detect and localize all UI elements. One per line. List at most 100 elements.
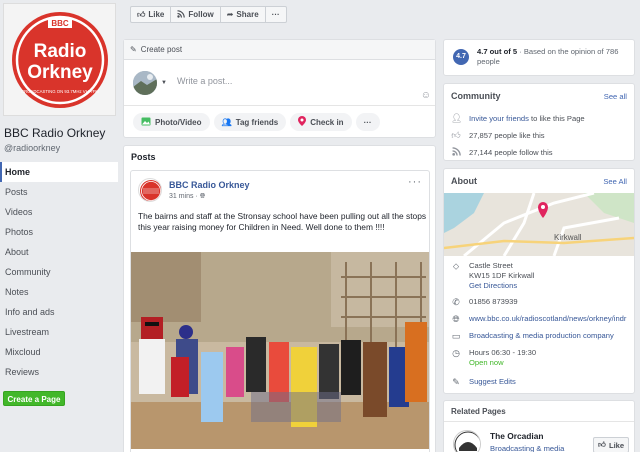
suggest-edits-row: ✎ Suggest Edits (451, 377, 516, 387)
location-pin-icon (298, 116, 307, 128)
follow-icon (451, 147, 461, 158)
chevron-down-icon[interactable]: ▼ (161, 80, 167, 86)
logo-radio-text: Radio (34, 41, 87, 62)
tag-friends-label: Tag friends (235, 117, 279, 127)
globe-icon: 🌐︎ (452, 314, 460, 324)
thumbs-up-icon: 👍︎ (451, 130, 461, 140)
create-post-card: ✎ Create post ▼ Write a post... ☺ Photo/… (123, 39, 436, 138)
rating-card[interactable]: 4.7 4.7 out of 5 · Based on the opinion … (443, 39, 635, 76)
logo-tagline-text: BROADCASTING ON 93.7MHz VHF/FM (21, 89, 99, 94)
posts-card: Posts BBC Radio Orkney 31 mins · 🌐︎ ··· … (123, 145, 436, 452)
related-pages-title: Related Pages (451, 407, 506, 416)
pencil-icon: ✎ (452, 377, 460, 387)
address-row: ⬦ Castle Street KW15 1DF Kirkwall Get Di… (451, 261, 535, 291)
logo-orkney-text: Orkney (27, 62, 93, 83)
likes-row: 👍︎ 27,857 people like this (451, 130, 545, 141)
post-text: The bairns and staff at the Stronsay sch… (138, 211, 427, 232)
open-now-status: Open now (469, 358, 504, 367)
community-title: Community (451, 91, 501, 101)
post-options-button[interactable]: ··· (408, 176, 422, 188)
website-row: 🌐︎ www.bbc.co.uk/radioscotland/news/orkn… (451, 314, 631, 324)
photo-icon (141, 117, 151, 128)
follow-button-label: Follow (188, 10, 214, 19)
radio-orkney-logo: BBC Radio Orkney BROADCASTING ON 93.7MHz… (4, 4, 115, 115)
nav-item-photos[interactable]: Photos (0, 222, 118, 242)
location-icon: ⬦ (452, 261, 460, 271)
post: BBC Radio Orkney 31 mins · 🌐︎ ··· The ba… (130, 170, 430, 452)
hours-row: ◷ Hours 06:30 - 19:30 Open now (451, 348, 536, 368)
nav-item-reviews[interactable]: Reviews (0, 362, 118, 382)
map-label-kirkwall: Kirkwall (554, 233, 582, 242)
invite-friends-row: 👤︎ Invite your friends to like this Page (451, 113, 585, 124)
globe-icon: 🌐︎ (199, 193, 206, 200)
photo-video-button[interactable]: Photo/Video (133, 113, 210, 131)
related-page-category[interactable]: Broadcasting & media (490, 444, 564, 452)
about-see-all-link[interactable]: See All (603, 177, 627, 186)
tag-friends-button[interactable]: 👥︎ Tag friends (213, 113, 287, 131)
rating-score: 4.7 out of 5 (477, 47, 518, 56)
divider (444, 421, 634, 422)
like-button-label: Like (148, 10, 165, 19)
like-button[interactable]: 👍︎ Like (130, 6, 172, 23)
check-in-label: Check in (310, 117, 344, 127)
page-actions: 👍︎ Like Follow ➦ Share ··· (130, 6, 287, 23)
more-actions-button[interactable]: ··· (265, 6, 287, 23)
post-author-name[interactable]: BBC Radio Orkney (169, 180, 250, 190)
get-directions-link[interactable]: Get Directions (469, 281, 534, 291)
suggest-edits-link[interactable]: Suggest Edits (469, 377, 516, 387)
page-profile-picture[interactable]: BBC Radio Orkney BROADCASTING ON 93.7MHz… (3, 3, 116, 116)
page-name[interactable]: BBC Radio Orkney (4, 126, 105, 140)
pencil-icon: ✎ (130, 45, 137, 54)
nav-item-videos[interactable]: Videos (0, 202, 118, 222)
write-post-input[interactable]: Write a post... (177, 76, 232, 86)
nav-item-posts[interactable]: Posts (0, 182, 118, 202)
rating-badge: 4.7 (453, 49, 469, 65)
nav-item-community[interactable]: Community (0, 262, 118, 282)
community-see-all-link[interactable]: See all (604, 92, 627, 101)
nav-item-home[interactable]: Home (0, 162, 118, 182)
address-line2: KW15 1DF Kirkwall (469, 271, 535, 280)
user-avatar[interactable] (133, 71, 157, 95)
related-page-logo[interactable] (453, 430, 481, 452)
nav-item-notes[interactable]: Notes (0, 282, 118, 302)
share-button[interactable]: ➦ Share (220, 6, 266, 23)
rss-icon (177, 9, 186, 20)
related-page-name[interactable]: The Orcadian (490, 431, 544, 441)
hours-text[interactable]: Hours 06:30 - 19:30 (469, 348, 536, 358)
emoji-icon[interactable]: ☺ (421, 90, 431, 101)
category-link[interactable]: Broadcasting & media production company (469, 331, 614, 341)
follows-row: 27,144 people follow this (451, 147, 553, 158)
check-in-button[interactable]: Check in (290, 113, 352, 131)
website-link[interactable]: www.bbc.co.uk/radioscotland/news/orkney/… (469, 314, 631, 324)
phone-number[interactable]: 01856 873939 (469, 297, 518, 307)
post-timestamp[interactable]: 31 mins · 🌐︎ (169, 193, 205, 201)
related-page-like-button[interactable]: 👍︎ Like (593, 437, 630, 452)
more-options-button[interactable]: ··· (355, 113, 380, 131)
location-map[interactable]: Kirkwall (444, 193, 634, 256)
phone-row: ✆ 01856 873939 (451, 297, 518, 307)
phone-icon: ✆ (452, 297, 460, 307)
create-page-button[interactable]: Create a Page (3, 391, 65, 406)
add-friend-icon: 👤︎ (451, 113, 463, 123)
nav-item-info-and-ads[interactable]: Info and ads (0, 302, 118, 322)
photo-video-label: Photo/Video (155, 117, 202, 127)
share-button-label: Share (236, 10, 259, 19)
nav-item-mixcloud[interactable]: Mixcloud (0, 342, 118, 362)
nav-item-livestream[interactable]: Livestream (0, 322, 118, 342)
likes-count[interactable]: 27,857 people like this (469, 131, 545, 140)
category-row: ▭ Broadcasting & media production compan… (451, 331, 614, 341)
follows-count[interactable]: 27,144 people follow this (469, 148, 553, 157)
nav-item-about[interactable]: About (0, 242, 118, 262)
post-author-avatar[interactable] (138, 178, 162, 202)
follow-button[interactable]: Follow (171, 6, 221, 23)
about-card: About See All Kirkwall ⬦ Castle Street K… (443, 168, 635, 394)
invite-friends-link[interactable]: Invite your friends (469, 114, 529, 123)
post-photo[interactable] (131, 252, 429, 449)
address-line1: Castle Street (469, 261, 513, 270)
create-post-header[interactable]: ✎ Create post (124, 40, 435, 60)
create-post-title: Create post (140, 45, 183, 54)
share-arrow-icon: ➦ (226, 10, 234, 19)
thumbs-up-icon: 👍︎ (137, 9, 146, 19)
logo-bbc-text: BBC (51, 19, 69, 28)
page-handle[interactable]: @radioorkney (4, 143, 60, 153)
